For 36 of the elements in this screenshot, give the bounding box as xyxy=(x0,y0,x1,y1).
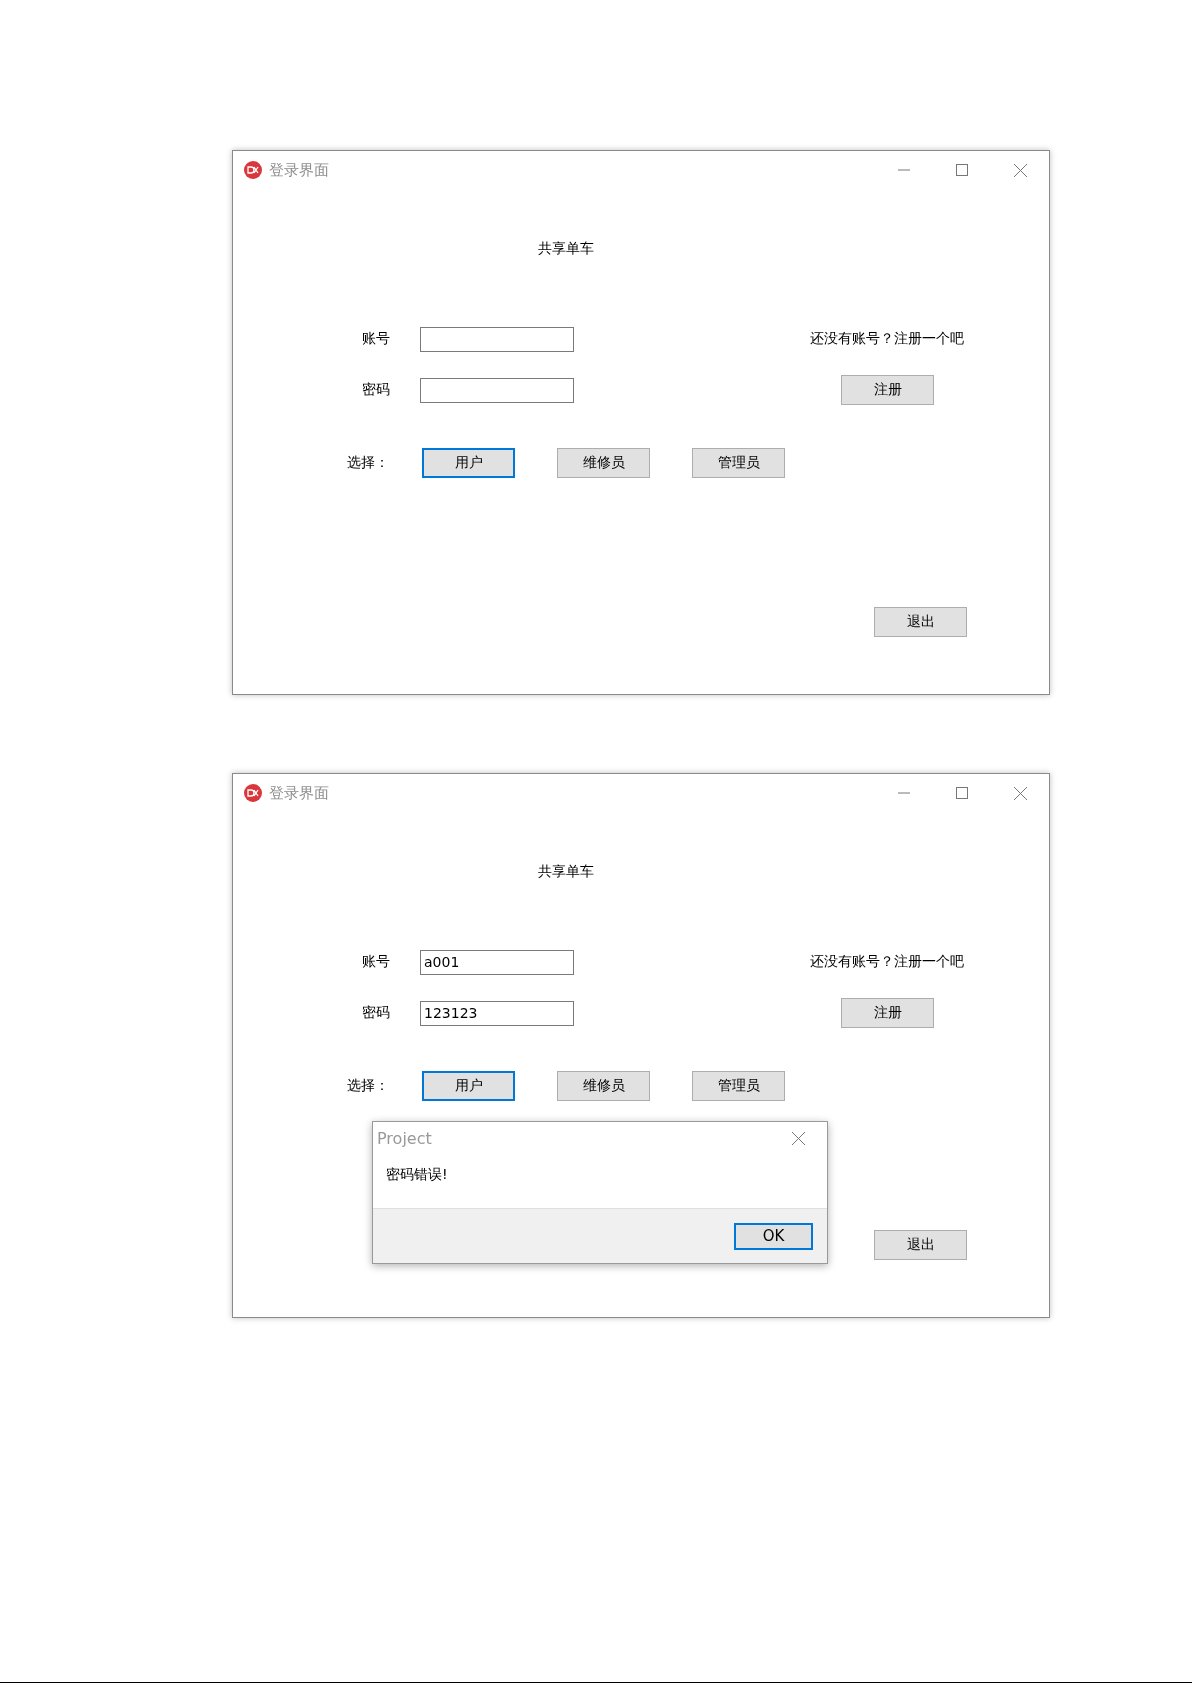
register-prompt: 还没有账号？注册一个吧 xyxy=(810,953,965,971)
input-field[interactable]: a001 xyxy=(420,949,574,975)
role-label: 选择： xyxy=(347,1077,390,1095)
app-logo-icon xyxy=(243,160,263,180)
close-icon[interactable] xyxy=(791,1131,805,1145)
app-heading: 共享单车 xyxy=(538,240,594,258)
field-label: 密码 xyxy=(362,381,391,399)
role-button[interactable]: 管理员 xyxy=(692,448,785,478)
dialog-message: 密码错误! xyxy=(386,1166,448,1184)
exit-button[interactable]: 退出 xyxy=(874,607,967,637)
input-field[interactable] xyxy=(420,377,574,403)
dialog-title: Project xyxy=(377,1128,432,1148)
input-field[interactable] xyxy=(420,326,574,352)
role-button[interactable]: 管理员 xyxy=(692,1071,785,1101)
maximize-icon[interactable] xyxy=(956,787,968,799)
field-label: 密码 xyxy=(362,1004,391,1022)
register-prompt: 还没有账号？注册一个吧 xyxy=(810,330,965,348)
ok-button[interactable]: OK xyxy=(734,1222,813,1250)
app-heading: 共享单车 xyxy=(538,863,594,881)
role-label: 选择： xyxy=(347,454,390,472)
app-logo-icon xyxy=(243,783,263,803)
register-button[interactable]: 注册 xyxy=(841,375,934,405)
maximize-icon[interactable] xyxy=(956,164,968,176)
field-label: 账号 xyxy=(362,953,391,971)
input-field[interactable]: 123123 xyxy=(420,1000,574,1026)
close-icon[interactable] xyxy=(1013,786,1027,800)
window-title: 登录界面 xyxy=(269,160,329,180)
register-button[interactable]: 注册 xyxy=(841,998,934,1028)
role-button[interactable]: 用户 xyxy=(422,448,515,478)
field-label: 账号 xyxy=(362,330,391,348)
role-button[interactable]: 维修员 xyxy=(557,448,650,478)
close-icon[interactable] xyxy=(1013,163,1027,177)
role-button[interactable]: 用户 xyxy=(422,1071,515,1101)
role-button[interactable]: 维修员 xyxy=(557,1071,650,1101)
window-title: 登录界面 xyxy=(269,783,329,803)
exit-button[interactable]: 退出 xyxy=(874,1230,967,1260)
